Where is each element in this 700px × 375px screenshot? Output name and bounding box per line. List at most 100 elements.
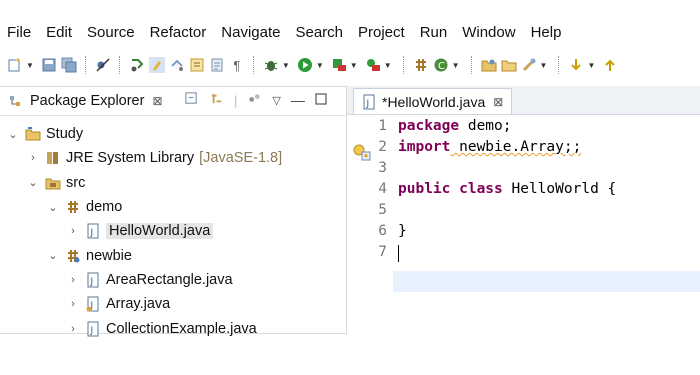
show-whitespace-icon[interactable] <box>208 56 226 74</box>
new-java-class-icon[interactable]: C <box>432 56 450 74</box>
svg-text:C: C <box>438 61 445 72</box>
source-folder-icon <box>44 174 62 192</box>
tree-item-study[interactable]: ⌄ Study <box>0 122 346 146</box>
minimize-icon[interactable]: — <box>291 92 305 108</box>
menu-refactor[interactable]: Refactor <box>143 24 215 41</box>
debug-dropdown-icon[interactable]: ▼ <box>282 61 290 70</box>
toolbar-separator <box>252 56 255 74</box>
project-icon <box>24 125 42 143</box>
toggle-mark-occurrences-icon[interactable] <box>128 56 146 74</box>
collapse-all-icon[interactable] <box>184 91 199 109</box>
java-editor: J *HelloWorld.java ⊠ 1 2 3 4 5 6 7 packa… <box>347 86 700 334</box>
tree-item-src[interactable]: ⌄ src <box>0 171 346 195</box>
main-toolbar: ▼ ¶ ▼ ▼ ▼ ▼ C ▼ ▼ ▼ <box>0 50 700 80</box>
new-icon[interactable] <box>6 56 24 74</box>
collapse-chevron-icon[interactable]: ⌄ <box>46 249 60 262</box>
collapse-chevron-icon[interactable]: ⌄ <box>26 176 40 189</box>
toolbar-separator <box>118 56 121 74</box>
tree-item-arearectangle-java[interactable]: › J AreaRectangle.java <box>0 268 346 292</box>
quick-fix-warning-icon[interactable] <box>353 143 371 161</box>
save-all-icon[interactable] <box>60 56 78 74</box>
tree-item-label: HelloWorld.java <box>106 223 214 240</box>
menu-source[interactable]: Source <box>80 24 143 41</box>
expand-chevron-icon[interactable]: › <box>26 152 40 164</box>
coverage-icon[interactable] <box>330 56 348 74</box>
editor-tab-helloworld[interactable]: J *HelloWorld.java ⊠ <box>353 88 513 114</box>
tree-item-demo[interactable]: ⌄ demo <box>0 195 346 219</box>
new-dropdown-icon[interactable]: ▼ <box>26 61 34 70</box>
highlighter-icon[interactable] <box>148 56 166 74</box>
tree-item-helloworld-java[interactable]: › J HelloWorld.java <box>0 219 346 243</box>
code-line: package demo; <box>398 118 512 134</box>
code-text-warning: newbie.Array;; <box>450 139 582 155</box>
code-area[interactable]: 1 2 3 4 5 6 7 package demo; import newbi… <box>347 116 700 334</box>
open-folder-2-icon[interactable] <box>500 56 518 74</box>
menu-help[interactable]: Help <box>524 24 570 41</box>
package-explorer-icon <box>8 92 26 110</box>
search-dropdown-icon[interactable]: ▼ <box>540 61 548 70</box>
search-icon[interactable] <box>520 56 538 74</box>
menu-file[interactable]: File <box>0 24 39 41</box>
filters-icon[interactable] <box>247 91 262 109</box>
expand-chevron-icon[interactable]: › <box>66 298 80 310</box>
tree-item-label: Study <box>46 126 84 143</box>
editor-tab-title: *HelloWorld.java <box>382 93 486 110</box>
tree-item-label: AreaRectangle.java <box>106 271 233 288</box>
code-keyword: public class <box>398 181 503 197</box>
svg-text:J: J <box>366 99 370 109</box>
paragraph-icon[interactable]: ¶ <box>228 56 246 74</box>
save-icon[interactable] <box>40 56 58 74</box>
package-explorer-tab[interactable]: Package Explorer ⊠ <box>0 87 163 115</box>
next-annotation-icon[interactable] <box>567 56 585 74</box>
tree-item-array-java[interactable]: › J Array.java <box>0 292 346 316</box>
code-text: demo; <box>459 118 512 134</box>
debug-icon[interactable] <box>262 56 280 74</box>
java-file-icon: J <box>360 93 378 111</box>
run-icon[interactable] <box>296 56 314 74</box>
collapse-chevron-icon[interactable]: ⌄ <box>46 201 60 214</box>
next-annotation-dropdown-icon[interactable]: ▼ <box>587 61 595 70</box>
maximize-icon[interactable] <box>315 92 327 108</box>
external-tools-icon[interactable] <box>364 56 382 74</box>
view-menu-icon[interactable]: ▽ <box>272 94 280 107</box>
menu-window[interactable]: Window <box>455 24 523 41</box>
jre-version-decoration: [JavaSE-1.8] <box>199 150 283 167</box>
close-icon[interactable]: ⊠ <box>152 94 162 108</box>
coverage-dropdown-icon[interactable]: ▼ <box>350 61 358 70</box>
tree-item-jre-system-library[interactable]: › JRE System Library [JavaSE-1.8] <box>0 146 346 170</box>
link-with-editor-icon[interactable] <box>209 91 224 109</box>
code-text: } <box>398 223 407 239</box>
previous-annotation-icon[interactable] <box>601 56 619 74</box>
collapse-chevron-icon[interactable]: ⌄ <box>6 128 20 141</box>
menu-search[interactable]: Search <box>288 24 351 41</box>
new-java-package-icon[interactable] <box>412 56 430 74</box>
open-folder-icon[interactable] <box>480 56 498 74</box>
explorer-view-toolbar: | ▽ — <box>184 91 327 109</box>
tree-item-label: JRE System Library <box>66 150 195 167</box>
menu-navigate[interactable]: Navigate <box>214 24 288 41</box>
toolbar-separator <box>84 56 87 74</box>
line-number: 1 <box>378 118 387 134</box>
open-type-icon[interactable] <box>188 56 206 74</box>
code-keyword: import <box>398 139 451 155</box>
svg-text:J: J <box>90 228 94 238</box>
line-number: 6 <box>378 223 387 239</box>
expand-chevron-icon[interactable]: › <box>66 323 80 335</box>
java-file-icon: J <box>84 320 102 338</box>
line-number: 4 <box>378 181 387 197</box>
external-tools-dropdown-icon[interactable]: ▼ <box>384 61 392 70</box>
new-class-dropdown-icon[interactable]: ▼ <box>452 61 460 70</box>
close-icon[interactable]: ⊠ <box>493 95 503 109</box>
tree-item-label: newbie <box>86 247 132 264</box>
expand-chevron-icon[interactable]: › <box>66 225 80 237</box>
skip-breakpoints-icon[interactable] <box>94 56 112 74</box>
menu-edit[interactable]: Edit <box>39 24 80 41</box>
run-dropdown-icon[interactable]: ▼ <box>316 61 324 70</box>
open-task-icon[interactable] <box>168 56 186 74</box>
expand-chevron-icon[interactable]: › <box>66 274 80 286</box>
tree-item-newbie[interactable]: ⌄ newbie <box>0 243 346 267</box>
menu-project[interactable]: Project <box>351 24 413 41</box>
menu-run[interactable]: Run <box>413 24 456 41</box>
tree-item-collectionexample-java[interactable]: › J CollectionExample.java <box>0 316 346 340</box>
tree-item-label: src <box>66 174 86 191</box>
